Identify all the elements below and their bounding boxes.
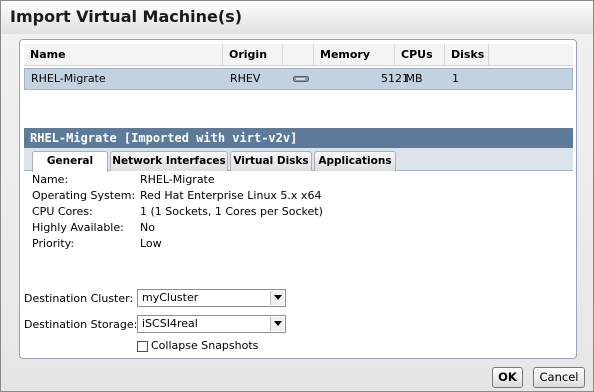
collapse-snapshots-checkbox[interactable] xyxy=(137,341,148,352)
property-value: Red Hat Enterprise Linux 5.x x64 xyxy=(140,189,322,202)
import-vm-dialog: Import Virtual Machine(s) Name Origin Me… xyxy=(0,0,594,392)
property-label: Highly Available: xyxy=(32,221,124,234)
destination-storage-label: Destination Storage: xyxy=(24,318,138,331)
destination-cluster-select[interactable]: myCluster xyxy=(137,289,286,307)
property-label: Name: xyxy=(32,173,69,186)
cell-origin: RHEV xyxy=(230,72,261,85)
collapse-snapshots-label[interactable]: Collapse Snapshots xyxy=(151,339,258,352)
table-row[interactable]: RHEL-Migrate RHEV 512 MB 1 1 xyxy=(24,68,573,90)
property-label: Operating System: xyxy=(32,189,136,202)
property-label: Priority: xyxy=(32,237,75,250)
property-value: No xyxy=(140,221,155,234)
cell-disks: 1 xyxy=(452,72,459,85)
column-header-disk-icon xyxy=(283,44,314,66)
vm-details-header: RHEL-Migrate [Imported with virt-v2v] xyxy=(24,128,573,148)
cell-name: RHEL-Migrate xyxy=(31,72,106,85)
tab-virtual-disks[interactable]: Virtual Disks xyxy=(230,151,312,171)
destination-cluster-value: myCluster xyxy=(142,291,199,304)
column-header-name[interactable]: Name xyxy=(24,44,223,66)
column-header-origin[interactable]: Origin xyxy=(223,44,283,66)
chevron-down-icon[interactable] xyxy=(270,291,284,305)
destination-cluster-label: Destination Cluster: xyxy=(24,292,134,305)
cancel-button[interactable]: Cancel xyxy=(533,367,585,388)
chevron-down-icon[interactable] xyxy=(270,317,284,331)
ok-button[interactable]: OK xyxy=(492,367,523,388)
details-tab-bar: General Network Interfaces Virtual Disks… xyxy=(24,148,573,172)
column-header-disks[interactable]: Disks xyxy=(445,44,489,66)
vm-table-header: Name Origin Memory CPUs Disks xyxy=(24,44,573,66)
property-label: CPU Cores: xyxy=(32,205,93,218)
cell-cpus: 1 xyxy=(402,72,409,85)
property-value: Low xyxy=(140,237,162,250)
tab-network-interfaces[interactable]: Network Interfaces xyxy=(110,151,228,171)
property-value: 1 (1 Sockets, 1 Cores per Socket) xyxy=(140,205,323,218)
column-header-cpus[interactable]: CPUs xyxy=(395,44,445,66)
destination-storage-select[interactable]: iSCSI4real xyxy=(137,315,286,333)
tab-general[interactable]: General xyxy=(32,151,108,172)
dialog-title: Import Virtual Machine(s) xyxy=(10,7,243,26)
disk-icon xyxy=(293,76,309,82)
column-header-memory[interactable]: Memory xyxy=(314,44,395,66)
dialog-titlebar: Import Virtual Machine(s) xyxy=(1,1,593,34)
tab-applications[interactable]: Applications xyxy=(314,151,396,171)
destination-storage-value: iSCSI4real xyxy=(142,317,198,330)
dialog-content-panel: Name Origin Memory CPUs Disks RHEL-Migra… xyxy=(19,39,577,359)
property-value: RHEL-Migrate xyxy=(140,173,215,186)
